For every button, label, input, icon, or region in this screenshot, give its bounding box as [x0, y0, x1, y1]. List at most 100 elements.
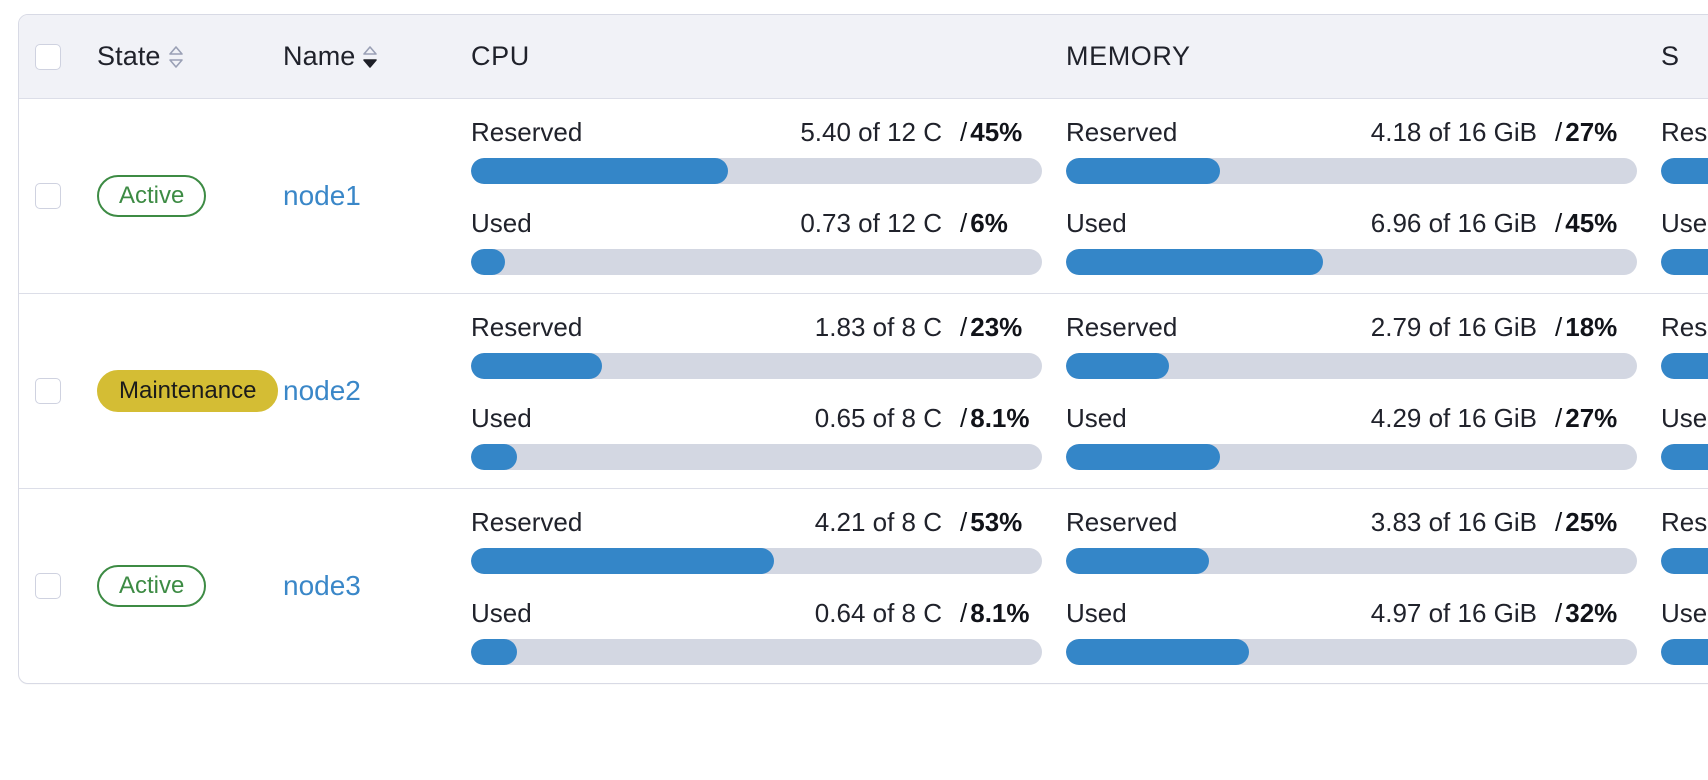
metric-head: Reserved 4.21 of 8 C/53% [471, 507, 1042, 538]
metric-reserved: Reserved 1.83 of 8 C/23% [471, 312, 1042, 379]
cell-name: node3 [283, 489, 471, 683]
node-link[interactable]: node1 [283, 180, 361, 212]
table-row: Active node1 Reserved 5.40 of 12 C/45% Used 0… [19, 99, 1708, 294]
metric-label: Used [1661, 208, 1708, 238]
cell-memory: Reserved 4.18 of 16 GiB/27% Used 6.96 of 16… [1066, 99, 1661, 293]
metric-head: Used 6.96 of 16 GiB/45% [1066, 208, 1637, 239]
cell-memory: Reserved 3.83 of 16 GiB/25% Used 4.97 of 16… [1066, 489, 1661, 683]
sort-icon[interactable] [361, 44, 379, 70]
metric-head: Reserved 1.83 of 8 C/23% [471, 312, 1042, 343]
metric-value: 4.29 of 16 GiB [1370, 403, 1537, 433]
row-select-cell [19, 489, 77, 683]
cell-state: Active [77, 489, 283, 683]
progress-bar-fill [471, 639, 518, 665]
metric-label: Reserved [471, 312, 583, 342]
page-root: State Name CPU MEMORY S Active node1 Res… [0, 0, 1708, 780]
progress-bar-fill [1066, 353, 1169, 379]
metric-label: Used [471, 403, 532, 433]
metric-head: Used [1661, 403, 1708, 434]
table-body: Active node1 Reserved 5.40 of 12 C/45% Used 0… [19, 99, 1708, 683]
metric-head: Reserved [1661, 507, 1708, 538]
progress-bar-fill [1661, 444, 1708, 470]
metric-head: Used 4.97 of 16 GiB/32% [1066, 598, 1637, 629]
table-row: Maintenance node2 Reserved 1.83 of 8 C/23% U… [19, 294, 1708, 489]
progress-bar-track [1066, 249, 1637, 275]
metric-used: Used 0.65 of 8 C/8.1% [471, 403, 1042, 470]
select-all-checkbox[interactable] [35, 43, 61, 70]
progress-bar-track [1066, 639, 1637, 665]
metric-value: 1.83 of 8 C [814, 312, 942, 342]
status-badge: Active [97, 565, 207, 607]
metric-used: Used 4.97 of 16 GiB/32% [1066, 598, 1637, 665]
metric-percent: /27% [1555, 117, 1618, 147]
metric-percent: /23% [960, 312, 1023, 342]
metric-value: 0.65 of 8 C [814, 403, 942, 433]
nodes-table: State Name CPU MEMORY S Active node1 Res… [18, 14, 1708, 684]
metric-used: Used 0.73 of 12 C/6% [471, 208, 1042, 275]
row-select-cell [19, 99, 77, 293]
cell-cpu: Reserved 4.21 of 8 C/53% Used 0.64 of 8 C/8… [471, 489, 1066, 683]
column-header-cpu-label: CPU [471, 41, 530, 71]
status-badge: Maintenance [97, 370, 279, 412]
metric-value: 4.18 of 16 GiB [1370, 117, 1537, 147]
row-checkbox[interactable] [35, 573, 61, 599]
metric-percent: /8.1% [960, 598, 1030, 628]
metric-label: Reserved [1661, 312, 1708, 342]
column-header-state[interactable]: State [77, 41, 283, 72]
metric-percent: /8.1% [960, 403, 1030, 433]
progress-bar-fill [1066, 548, 1209, 574]
metric-reserved: Reserved [1661, 507, 1708, 574]
metric-value: 4.97 of 16 GiB [1370, 598, 1537, 628]
metric-label: Reserved [471, 507, 583, 537]
column-header-storage-label: S [1661, 41, 1680, 71]
metric-head: Reserved [1661, 312, 1708, 343]
row-checkbox[interactable] [35, 378, 61, 404]
metric-percent: /45% [960, 117, 1023, 147]
node-link[interactable]: node2 [283, 375, 361, 407]
column-header-name-label: Name [283, 41, 356, 71]
metric-percent: /25% [1555, 507, 1618, 537]
metric-head: Used 0.64 of 8 C/8.1% [471, 598, 1042, 629]
progress-bar-fill [1066, 444, 1221, 470]
progress-bar-track [1661, 353, 1708, 379]
sort-icon[interactable] [167, 44, 185, 70]
metric-value: 6.96 of 16 GiB [1370, 208, 1537, 238]
metric-reserved: Reserved 4.21 of 8 C/53% [471, 507, 1042, 574]
metric-label: Used [471, 208, 532, 238]
metric-used: Used 4.29 of 16 GiB/27% [1066, 403, 1637, 470]
node-link[interactable]: node3 [283, 570, 361, 602]
metric-percent: /27% [1555, 403, 1618, 433]
column-header-state-label: State [97, 41, 161, 71]
progress-bar-fill [1661, 249, 1708, 275]
progress-bar-fill [471, 444, 518, 470]
metric-percent: /18% [1555, 312, 1618, 342]
cell-name: node2 [283, 294, 471, 488]
column-header-name[interactable]: Name [283, 41, 471, 72]
metric-used: Used [1661, 208, 1708, 275]
metric-value: 2.79 of 16 GiB [1370, 312, 1537, 342]
metric-used: Used 6.96 of 16 GiB/45% [1066, 208, 1637, 275]
progress-bar-track [1661, 548, 1708, 574]
metric-head: Used 0.65 of 8 C/8.1% [471, 403, 1042, 434]
metric-label: Used [1661, 598, 1708, 628]
metric-reserved: Reserved 5.40 of 12 C/45% [471, 117, 1042, 184]
cell-state: Maintenance [77, 294, 283, 488]
metric-label: Used [1066, 598, 1127, 628]
progress-bar-fill [1661, 639, 1708, 665]
cell-state: Active [77, 99, 283, 293]
row-checkbox[interactable] [35, 183, 61, 209]
metric-reserved: Reserved [1661, 117, 1708, 184]
metric-head: Reserved [1661, 117, 1708, 148]
metric-head: Reserved 4.18 of 16 GiB/27% [1066, 117, 1637, 148]
cell-name: node1 [283, 99, 471, 293]
column-header-memory-label: MEMORY [1066, 41, 1191, 71]
metric-label: Reserved [1066, 507, 1178, 537]
metric-percent: /6% [960, 208, 1008, 238]
progress-bar-track [1661, 158, 1708, 184]
metric-head: Used [1661, 208, 1708, 239]
metric-label: Reserved [471, 117, 583, 147]
status-badge: Active [97, 175, 207, 217]
metric-label: Used [471, 598, 532, 628]
metric-label: Reserved [1661, 507, 1708, 537]
metric-label: Reserved [1066, 312, 1178, 342]
